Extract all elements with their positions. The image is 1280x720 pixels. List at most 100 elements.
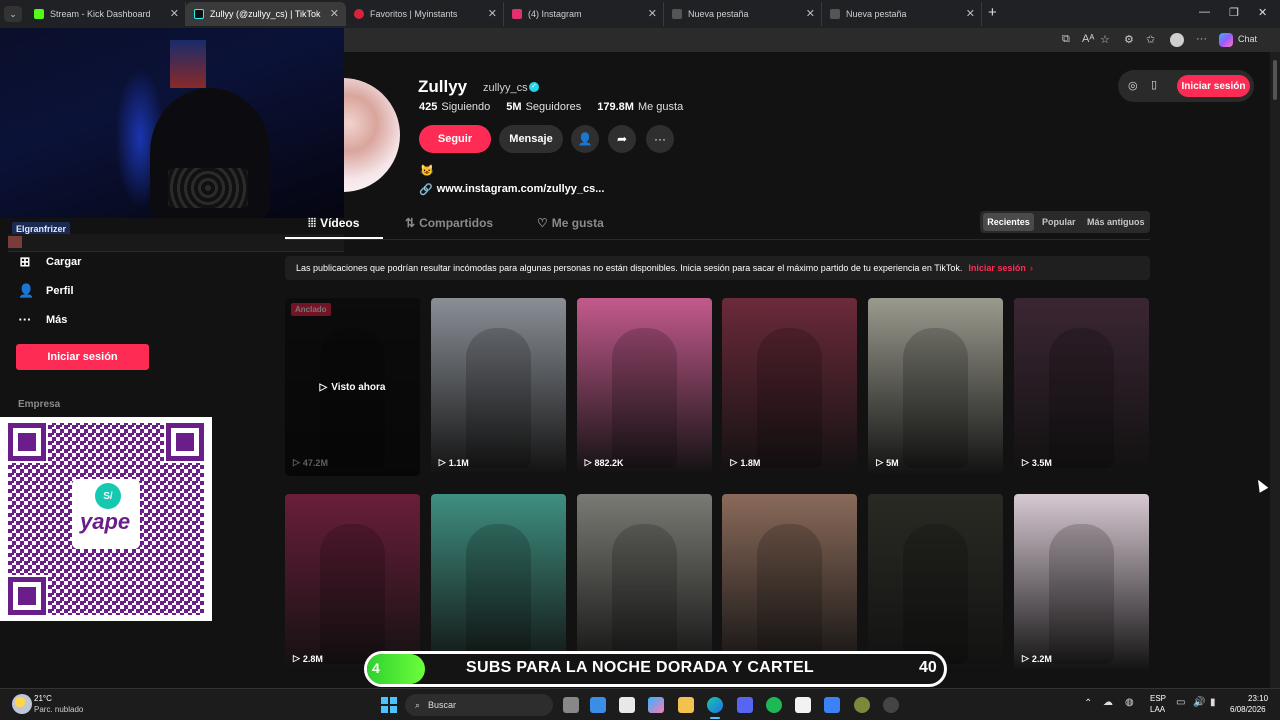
weather-desc: Parc. nublado [34, 705, 84, 714]
sidebar-item-cargar[interactable]: ⊞ Cargar [18, 254, 82, 270]
add-friend-button[interactable]: 👤 [571, 125, 599, 153]
more-menu-icon[interactable]: ··· [1196, 33, 1207, 45]
network-icon[interactable]: ◍ [1125, 697, 1134, 708]
edge-icon[interactable] [707, 697, 723, 713]
video-card[interactable]: ▷ 3.5M [1014, 298, 1149, 476]
video-card[interactable]: Anclado▷Visto ahora▷47.2M [285, 298, 420, 476]
file-explorer-icon[interactable] [678, 697, 694, 713]
tab-me-gusta[interactable]: ♡ Me gusta [537, 216, 604, 230]
volume-icon[interactable]: 🔊 [1193, 697, 1205, 708]
weather-icon[interactable] [12, 694, 32, 714]
video-card[interactable]: ▷ 1.1M [430, 298, 566, 476]
notice-login-link[interactable]: Iniciar sesión [968, 263, 1026, 273]
copilot-icon[interactable] [1219, 33, 1233, 47]
battery-icon[interactable]: ▮ [1210, 697, 1216, 708]
discord-icon[interactable] [737, 697, 753, 713]
open-in-app-icon[interactable]: ⧉ [1062, 33, 1070, 46]
task-view-icon[interactable] [563, 697, 579, 713]
favorites-icon[interactable]: ✩ [1146, 33, 1155, 46]
video-thumbnail [465, 328, 531, 468]
profile-stats: 425 Siguiendo 5M Seguidores 179.8M Me gu… [419, 101, 683, 113]
spotify-icon[interactable] [766, 697, 782, 713]
extensions-icon[interactable]: ⚙ [1124, 33, 1134, 46]
new-tab-button[interactable]: + [988, 4, 997, 21]
sort-popular[interactable]: Popular [1042, 217, 1076, 227]
view-count-value: 2.2M [1031, 653, 1052, 664]
calendar-icon[interactable] [619, 697, 635, 713]
copilot-app-icon[interactable] [648, 697, 664, 713]
following-count: 425 [419, 101, 438, 113]
phone-icon[interactable]: ▯ [1151, 78, 1157, 91]
tab-instagram[interactable]: (4) Instagram ✕ [504, 2, 664, 26]
video-card[interactable]: ▷4.8M [868, 494, 1004, 672]
game-app-icon[interactable] [854, 697, 870, 713]
goal-current-number: 4 [372, 660, 380, 676]
sidebar-item-perfil[interactable]: 👤 Perfil [18, 283, 74, 299]
restore-icon[interactable]: ❐ [1229, 6, 1239, 19]
tab-myinstants[interactable]: Favoritos | Myinstants ✕ [346, 2, 504, 26]
sort-mas-antiguos[interactable]: Más antiguos [1087, 217, 1145, 227]
video-thumbnail [611, 524, 677, 664]
close-tab-icon[interactable]: ✕ [170, 7, 179, 20]
video-card[interactable]: ▷ 882.2K [576, 298, 712, 476]
scrollbar-track[interactable] [1270, 52, 1280, 688]
header-login-button[interactable]: Iniciar sesión [1177, 75, 1250, 97]
view-count: ▷ 2.8M [293, 653, 323, 664]
minimize-icon[interactable]: — [1199, 6, 1210, 18]
video-card[interactable]: ▷ 1.8M [722, 298, 858, 476]
profile-avatar[interactable] [1170, 33, 1184, 47]
tab-new-2[interactable]: Nueva pestaña ✕ [822, 2, 982, 26]
close-tab-icon[interactable]: ✕ [488, 7, 497, 20]
video-card[interactable]: ▷ 2.8M [285, 494, 420, 672]
scrollbar-thumb[interactable] [1273, 60, 1277, 100]
video-card[interactable]: ▷ 5M [868, 298, 1004, 476]
favorite-star-icon[interactable]: ☆ [1100, 33, 1110, 46]
photos-icon[interactable] [824, 697, 840, 713]
close-window-icon[interactable]: ✕ [1258, 6, 1267, 19]
keyboard-layout[interactable]: LAA [1150, 705, 1165, 714]
follow-button[interactable]: Seguir [419, 125, 491, 153]
tab-compartidos[interactable]: ⇅ Compartidos [405, 216, 493, 230]
share-button[interactable]: ➦ [608, 125, 636, 153]
chat-button-label[interactable]: Chat [1238, 34, 1257, 44]
video-thumbnail [757, 524, 823, 664]
chevron-up-icon[interactable]: ⌃ [1084, 698, 1092, 709]
video-card[interactable]: ▷3.6M [430, 494, 566, 672]
tab-tiktok[interactable]: Zullyy (@zullyy_cs) | TikTok ✕ [186, 2, 346, 26]
onedrive-icon[interactable]: ☁ [1103, 697, 1113, 708]
tab-new-1[interactable]: Nueva pestaña ✕ [664, 2, 822, 26]
language-code[interactable]: ESP [1150, 694, 1166, 703]
windows-start-icon[interactable] [381, 697, 397, 713]
creator-tools-icon[interactable]: ◎ [1128, 79, 1138, 92]
clock-date[interactable]: 6/08/2026 [1230, 705, 1266, 714]
close-tab-icon[interactable]: ✕ [966, 7, 975, 20]
profile-link[interactable]: 🔗 www.instagram.com/zullyy_cs... [419, 183, 604, 196]
verified-badge-icon: ✓ [529, 82, 539, 92]
taskbar-search[interactable]: ⌕ Buscar [405, 694, 553, 716]
sidebar-login-button[interactable]: Iniciar sesión [16, 344, 149, 370]
tab-title: Zullyy (@zullyy_cs) | TikTok [210, 9, 321, 19]
message-button[interactable]: Mensaje [499, 125, 563, 153]
clock-time[interactable]: 23:10 [1248, 694, 1268, 703]
sort-recientes[interactable]: Recientes [983, 213, 1034, 231]
read-aloud-icon[interactable]: Aᴬ [1082, 33, 1094, 45]
person-icon: 👤 [18, 283, 35, 298]
tab-videos[interactable]: ⦙⦙⦙ Vídeos [308, 216, 359, 231]
video-card[interactable]: ▷ 2.2M [1014, 494, 1149, 672]
more-options-button[interactable]: ··· [646, 125, 674, 153]
plus-square-icon: ⊞ [19, 254, 31, 269]
obs-icon[interactable] [883, 697, 899, 713]
close-tab-icon[interactable]: ✕ [648, 7, 657, 20]
close-tab-icon[interactable]: ✕ [806, 7, 815, 20]
video-card[interactable]: ▷6.8M [722, 494, 858, 672]
monitor-icon[interactable]: ▭ [1176, 697, 1185, 708]
capcut-icon[interactable] [795, 697, 811, 713]
sidebar-item-mas[interactable]: ··· Más [18, 312, 68, 327]
tab-kick-dashboard[interactable]: Stream - Kick Dashboard ✕ [26, 2, 186, 26]
play-icon: ▷ [1022, 653, 1029, 663]
close-tab-icon[interactable]: ✕ [330, 7, 339, 20]
video-card[interactable]: ▷4.4M [576, 494, 712, 672]
tab-actions-button[interactable]: ⌄ [4, 6, 22, 22]
restricted-notice: Las publicaciones que podrían resultar i… [285, 256, 1150, 280]
widgets-icon[interactable] [590, 697, 606, 713]
